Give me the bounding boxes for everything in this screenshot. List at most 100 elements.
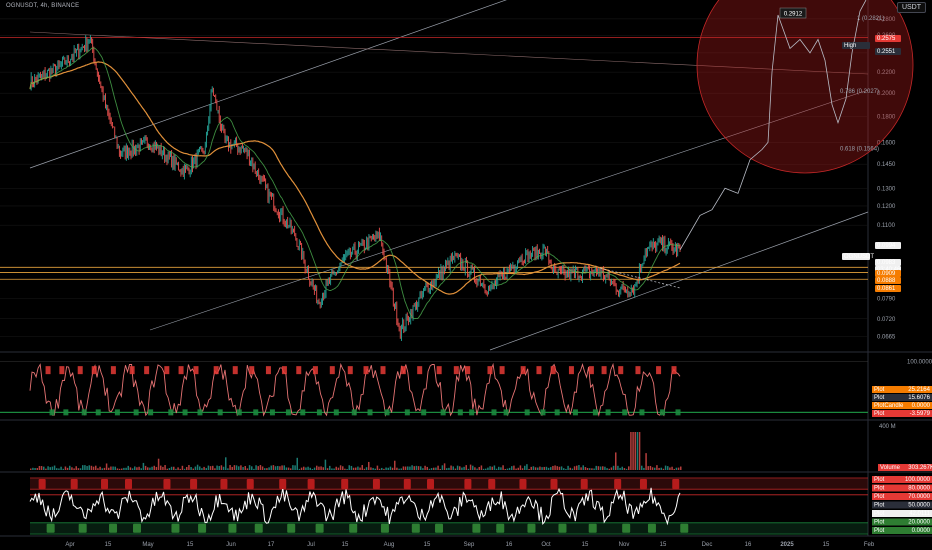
volume-bar <box>240 465 242 470</box>
trading-chart[interactable]: 0.28000.26000.24000.22000.20000.18000.16… <box>0 0 932 550</box>
time-tick-label: 15 <box>582 542 589 548</box>
volume-bar <box>623 468 626 470</box>
price-tick-label: 0.1450 <box>877 162 896 168</box>
volume-bar <box>225 457 227 470</box>
volume-bar <box>248 465 251 470</box>
volume-bar <box>459 466 461 470</box>
volume-bar <box>541 467 543 470</box>
volume-bar <box>71 467 73 470</box>
volume-bar <box>563 468 565 470</box>
rsi-overbought-marker <box>341 479 349 489</box>
rsi-overbought-marker <box>488 479 496 489</box>
osc-signal-marker-red <box>618 366 624 375</box>
osc-signal-marker-green <box>404 409 410 416</box>
volume-bar <box>528 468 530 470</box>
volume-bar <box>60 466 62 470</box>
volume-bar <box>253 468 255 470</box>
time-tick-label: Jul <box>307 542 315 548</box>
volume-bar <box>461 467 463 470</box>
osc-signal-marker-red <box>363 366 369 375</box>
volume-bar <box>287 467 290 470</box>
volume-bar <box>261 466 264 470</box>
volume-bar <box>270 465 272 470</box>
volume-bar <box>58 468 60 470</box>
channel-line-upper <box>29 0 507 169</box>
volume-bar <box>199 466 201 470</box>
volume-bar <box>586 468 589 470</box>
osc-signal-marker-red <box>487 366 493 375</box>
volume-bar <box>378 468 381 470</box>
volume-bar <box>495 468 498 470</box>
volume-bar <box>99 466 101 470</box>
volume-bar <box>181 465 184 470</box>
volume-bar <box>554 465 556 470</box>
osc-value-name: PlotCandle <box>874 403 904 409</box>
volume-bar <box>545 466 548 470</box>
rsi-overbought-marker <box>427 479 435 489</box>
volume-bar <box>238 466 240 470</box>
osc-signal-marker-green <box>49 409 55 416</box>
osc-signal-marker-green <box>491 409 497 416</box>
volume-bar <box>517 467 519 470</box>
volume-bar <box>196 464 199 470</box>
chart-stage[interactable]: 0.28000.26000.24000.22000.20000.18000.16… <box>0 0 932 550</box>
osc-value-name: Plot <box>874 395 885 401</box>
currency-button[interactable]: USDT <box>896 2 926 13</box>
volume-bar <box>209 466 212 470</box>
rsi-value: 50.0000 <box>908 503 930 509</box>
volume-bar <box>118 468 121 470</box>
rsi-overbought-marker <box>519 479 527 489</box>
volume-bar <box>188 465 190 470</box>
rsi-oversold-marker <box>78 523 87 533</box>
volume-bar <box>645 453 647 470</box>
volume-bar <box>571 468 574 470</box>
volume-bar <box>606 468 608 470</box>
volume-bar <box>469 464 472 470</box>
volume-bar <box>294 465 296 470</box>
price-candles <box>30 35 681 341</box>
volume-bar <box>56 468 58 470</box>
time-tick-label: Aug <box>384 542 395 548</box>
volume-bar <box>190 466 192 470</box>
osc-signal-marker-red <box>312 366 318 375</box>
oscillator-line <box>29 362 681 417</box>
osc-signal-marker-red <box>193 366 199 375</box>
osc-signal-marker-red <box>453 366 459 375</box>
volume-bar <box>608 468 610 470</box>
volume-tag-value: 303.267K <box>908 465 932 471</box>
time-tick-label: 16 <box>745 542 752 548</box>
osc-signal-marker-green <box>622 409 628 416</box>
volume-bar <box>45 468 47 470</box>
price-tag-label: 0.2575 <box>877 36 896 42</box>
volume-bar <box>164 465 166 470</box>
volume-bar <box>305 467 307 470</box>
rsi-overbought-marker <box>246 479 254 489</box>
volume-bar <box>136 467 138 470</box>
osc-signal-marker-red <box>400 366 406 375</box>
volume-bar <box>242 467 244 470</box>
volume-bar <box>38 465 41 470</box>
price-tag-label: 0.0909 <box>877 271 896 277</box>
volume-bar <box>511 466 513 470</box>
volume-bar <box>647 466 649 470</box>
volume-bar <box>472 465 474 470</box>
volume-bar <box>127 465 129 470</box>
volume-bar <box>673 468 675 470</box>
rsi-oversold-marker <box>228 523 237 533</box>
volume-bar <box>370 467 372 470</box>
volume-bar <box>283 465 285 470</box>
osc-signal-marker-red <box>129 366 135 375</box>
volume-bar <box>82 465 84 470</box>
volume-bar <box>411 465 413 470</box>
volume-bar <box>251 466 253 470</box>
volume-bar <box>313 467 316 470</box>
rsi-oversold-marker <box>46 523 55 533</box>
volume-bar <box>296 457 298 470</box>
osc-signal-marker-green <box>457 409 463 416</box>
osc-signal-marker-green <box>572 409 578 416</box>
fib-level-label: 1 (0.2821) <box>857 16 884 22</box>
volume-bar <box>51 466 54 470</box>
rsi-oversold-marker <box>622 523 631 533</box>
rsi-oversold-marker <box>558 523 567 533</box>
volume-bar <box>621 466 623 470</box>
